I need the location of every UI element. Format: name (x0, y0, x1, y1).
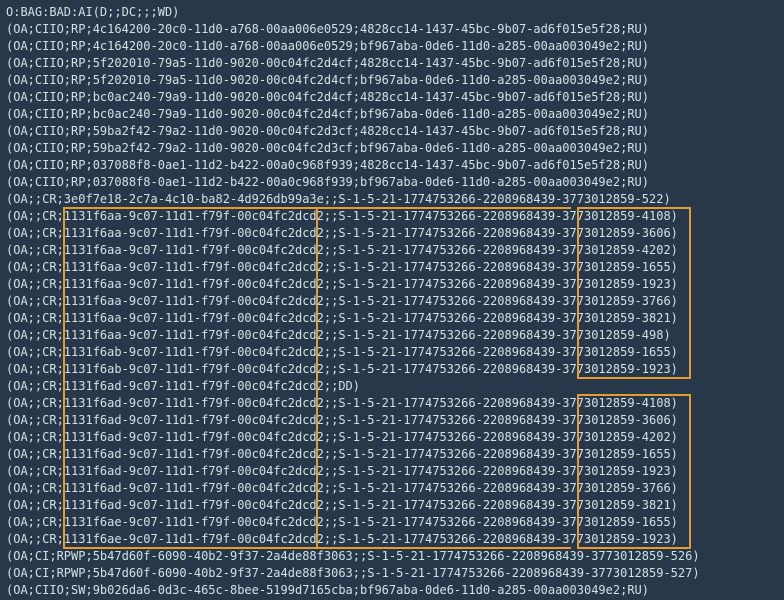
terminal-line-9: (OA;CIIO;RP;037088f8-0ae1-11d2-b422-00a0… (6, 157, 778, 174)
terminal-line-18: (OA;;CR;1131f6aa-9c07-11d1-f79f-00c04fc2… (6, 310, 778, 327)
terminal-line-14: (OA;;CR;1131f6aa-9c07-11d1-f79f-00c04fc2… (6, 242, 778, 259)
terminal-line-10: (OA;CIIO;RP;037088f8-0ae1-11d2-b422-00a0… (6, 174, 778, 191)
terminal-line-3: (OA;CIIO;RP;5f202010-79a5-11d0-9020-00c0… (6, 55, 778, 72)
terminal-line-29: (OA;;CR;1131f6ad-9c07-11d1-f79f-00c04fc2… (6, 497, 778, 514)
terminal-line-33: (OA;CI;RPWP;5b47d60f-6090-40b2-9f37-2a4d… (6, 565, 778, 582)
terminal-output: O:BAG:BAD:AI(D;;DC;;;WD)(OA;CIIO;RP;4c16… (0, 0, 784, 600)
terminal-line-20: (OA;;CR;1131f6ab-9c07-11d1-f79f-00c04fc2… (6, 344, 778, 361)
terminal-line-27: (OA;;CR;1131f6ad-9c07-11d1-f79f-00c04fc2… (6, 463, 778, 480)
terminal-line-12: (OA;;CR;1131f6aa-9c07-11d1-f79f-00c04fc2… (6, 208, 778, 225)
terminal-line-31: (OA;;CR;1131f6ae-9c07-11d1-f79f-00c04fc2… (6, 531, 778, 548)
terminal-line-30: (OA;;CR;1131f6ae-9c07-11d1-f79f-00c04fc2… (6, 514, 778, 531)
terminal-line-7: (OA;CIIO;RP;59ba2f42-79a2-11d0-9020-00c0… (6, 123, 778, 140)
terminal-line-28: (OA;;CR;1131f6ad-9c07-11d1-f79f-00c04fc2… (6, 480, 778, 497)
terminal-line-32: (OA;CI;RPWP;5b47d60f-6090-40b2-9f37-2a4d… (6, 548, 778, 565)
terminal-line-34: (OA;CIIO;SW;9b026da6-0d3c-465c-8bee-5199… (6, 582, 778, 599)
terminal-line-26: (OA;;CR;1131f6ad-9c07-11d1-f79f-00c04fc2… (6, 446, 778, 463)
terminal-line-23: (OA;;CR;1131f6ad-9c07-11d1-f79f-00c04fc2… (6, 395, 778, 412)
terminal-line-0: O:BAG:BAD:AI(D;;DC;;;WD) (6, 4, 778, 21)
terminal-line-6: (OA;CIIO;RP;bc0ac240-79a9-11d0-9020-00c0… (6, 106, 778, 123)
terminal-line-13: (OA;;CR;1131f6aa-9c07-11d1-f79f-00c04fc2… (6, 225, 778, 242)
terminal-line-21: (OA;;CR;1131f6ab-9c07-11d1-f79f-00c04fc2… (6, 361, 778, 378)
terminal-line-4: (OA;CIIO;RP;5f202010-79a5-11d0-9020-00c0… (6, 72, 778, 89)
terminal-line-15: (OA;;CR;1131f6aa-9c07-11d1-f79f-00c04fc2… (6, 259, 778, 276)
terminal-line-5: (OA;CIIO;RP;bc0ac240-79a9-11d0-9020-00c0… (6, 89, 778, 106)
terminal-line-16: (OA;;CR;1131f6aa-9c07-11d1-f79f-00c04fc2… (6, 276, 778, 293)
terminal-line-19: (OA;;CR;1131f6aa-9c07-11d1-f79f-00c04fc2… (6, 327, 778, 344)
terminal-line-1: (OA;CIIO;RP;4c164200-20c0-11d0-a768-00aa… (6, 21, 778, 38)
terminal-line-2: (OA;CIIO;RP;4c164200-20c0-11d0-a768-00aa… (6, 38, 778, 55)
terminal-line-11: (OA;;CR;3e0f7e18-2c7a-4c10-ba82-4d926db9… (6, 191, 778, 208)
terminal-line-17: (OA;;CR;1131f6aa-9c07-11d1-f79f-00c04fc2… (6, 293, 778, 310)
terminal-line-25: (OA;;CR;1131f6ad-9c07-11d1-f79f-00c04fc2… (6, 429, 778, 446)
terminal-line-22: (OA;;CR;1131f6ad-9c07-11d1-f79f-00c04fc2… (6, 378, 778, 395)
terminal-line-24: (OA;;CR;1131f6ad-9c07-11d1-f79f-00c04fc2… (6, 412, 778, 429)
terminal-line-8: (OA;CIIO;RP;59ba2f42-79a2-11d0-9020-00c0… (6, 140, 778, 157)
